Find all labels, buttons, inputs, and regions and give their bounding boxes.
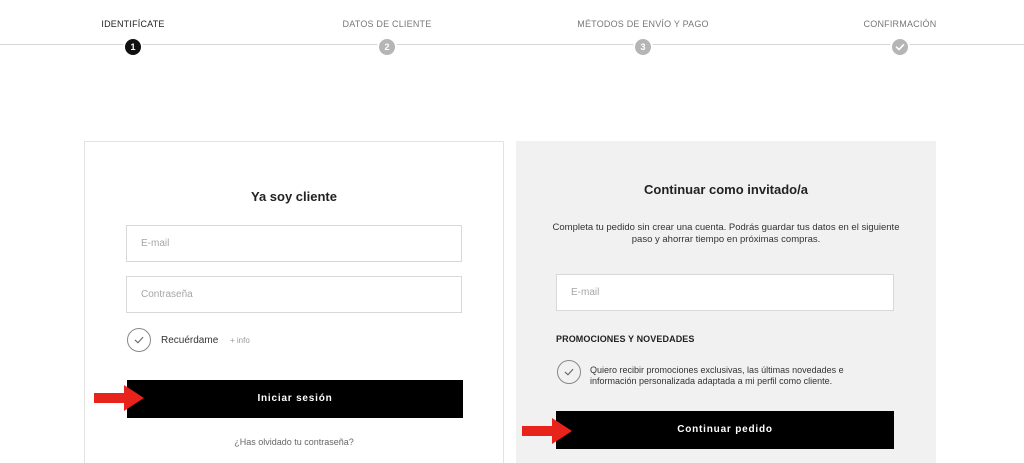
guest-email-field[interactable]	[556, 274, 894, 311]
step-label: CONFIRMACIÓN	[863, 19, 937, 29]
step-label: MÉTODOS DE ENVÍO Y PAGO	[577, 19, 709, 29]
promo-title: PROMOCIONES Y NOVEDADES	[556, 334, 695, 344]
login-title: Ya soy cliente	[251, 189, 337, 204]
guest-title: Continuar como invitado/a	[644, 182, 808, 197]
step-envio-pago[interactable]: MÉTODOS DE ENVÍO Y PAGO 3	[553, 0, 733, 57]
check-icon	[564, 368, 574, 376]
login-button[interactable]: Iniciar sesión	[127, 380, 463, 418]
promo-text: Quiero recibir promociones exclusivas, l…	[590, 365, 844, 386]
step-number: 2	[377, 37, 397, 57]
step-label: IDENTIFÍCATE	[101, 19, 165, 29]
remember-info-link[interactable]: + info	[230, 336, 250, 345]
guest-panel: Continuar como invitado/a Completa tu pe…	[516, 141, 936, 463]
remember-checkbox[interactable]	[127, 328, 151, 352]
step-label: DATOS DE CLIENTE	[342, 19, 432, 29]
continue-order-button[interactable]: Continuar pedido	[556, 411, 894, 449]
guest-description: Completa tu pedido sin crear una cuenta.…	[552, 222, 900, 245]
checkout-stepper: IDENTIFÍCATE 1 DATOS DE CLIENTE 2 MÉTODO…	[0, 0, 1024, 60]
step-datos-cliente[interactable]: DATOS DE CLIENTE 2	[297, 0, 477, 57]
email-field[interactable]	[126, 225, 462, 262]
check-icon	[134, 336, 144, 344]
remember-label: Recuérdame	[161, 335, 219, 346]
red-arrow-icon	[94, 385, 144, 411]
step-identificate[interactable]: IDENTIFÍCATE 1	[43, 0, 223, 57]
step-number: 1	[123, 37, 143, 57]
password-field[interactable]	[126, 276, 462, 313]
forgot-password-link[interactable]: ¿Has olvidado tu contraseña?	[85, 437, 503, 447]
red-arrow-icon	[522, 418, 572, 444]
step-confirmacion[interactable]: CONFIRMACIÓN	[810, 0, 990, 57]
login-panel: Ya soy cliente Recuérdame + info Iniciar…	[84, 141, 504, 463]
step-number: 3	[633, 37, 653, 57]
promo-checkbox[interactable]	[557, 360, 581, 384]
check-icon	[890, 37, 910, 57]
